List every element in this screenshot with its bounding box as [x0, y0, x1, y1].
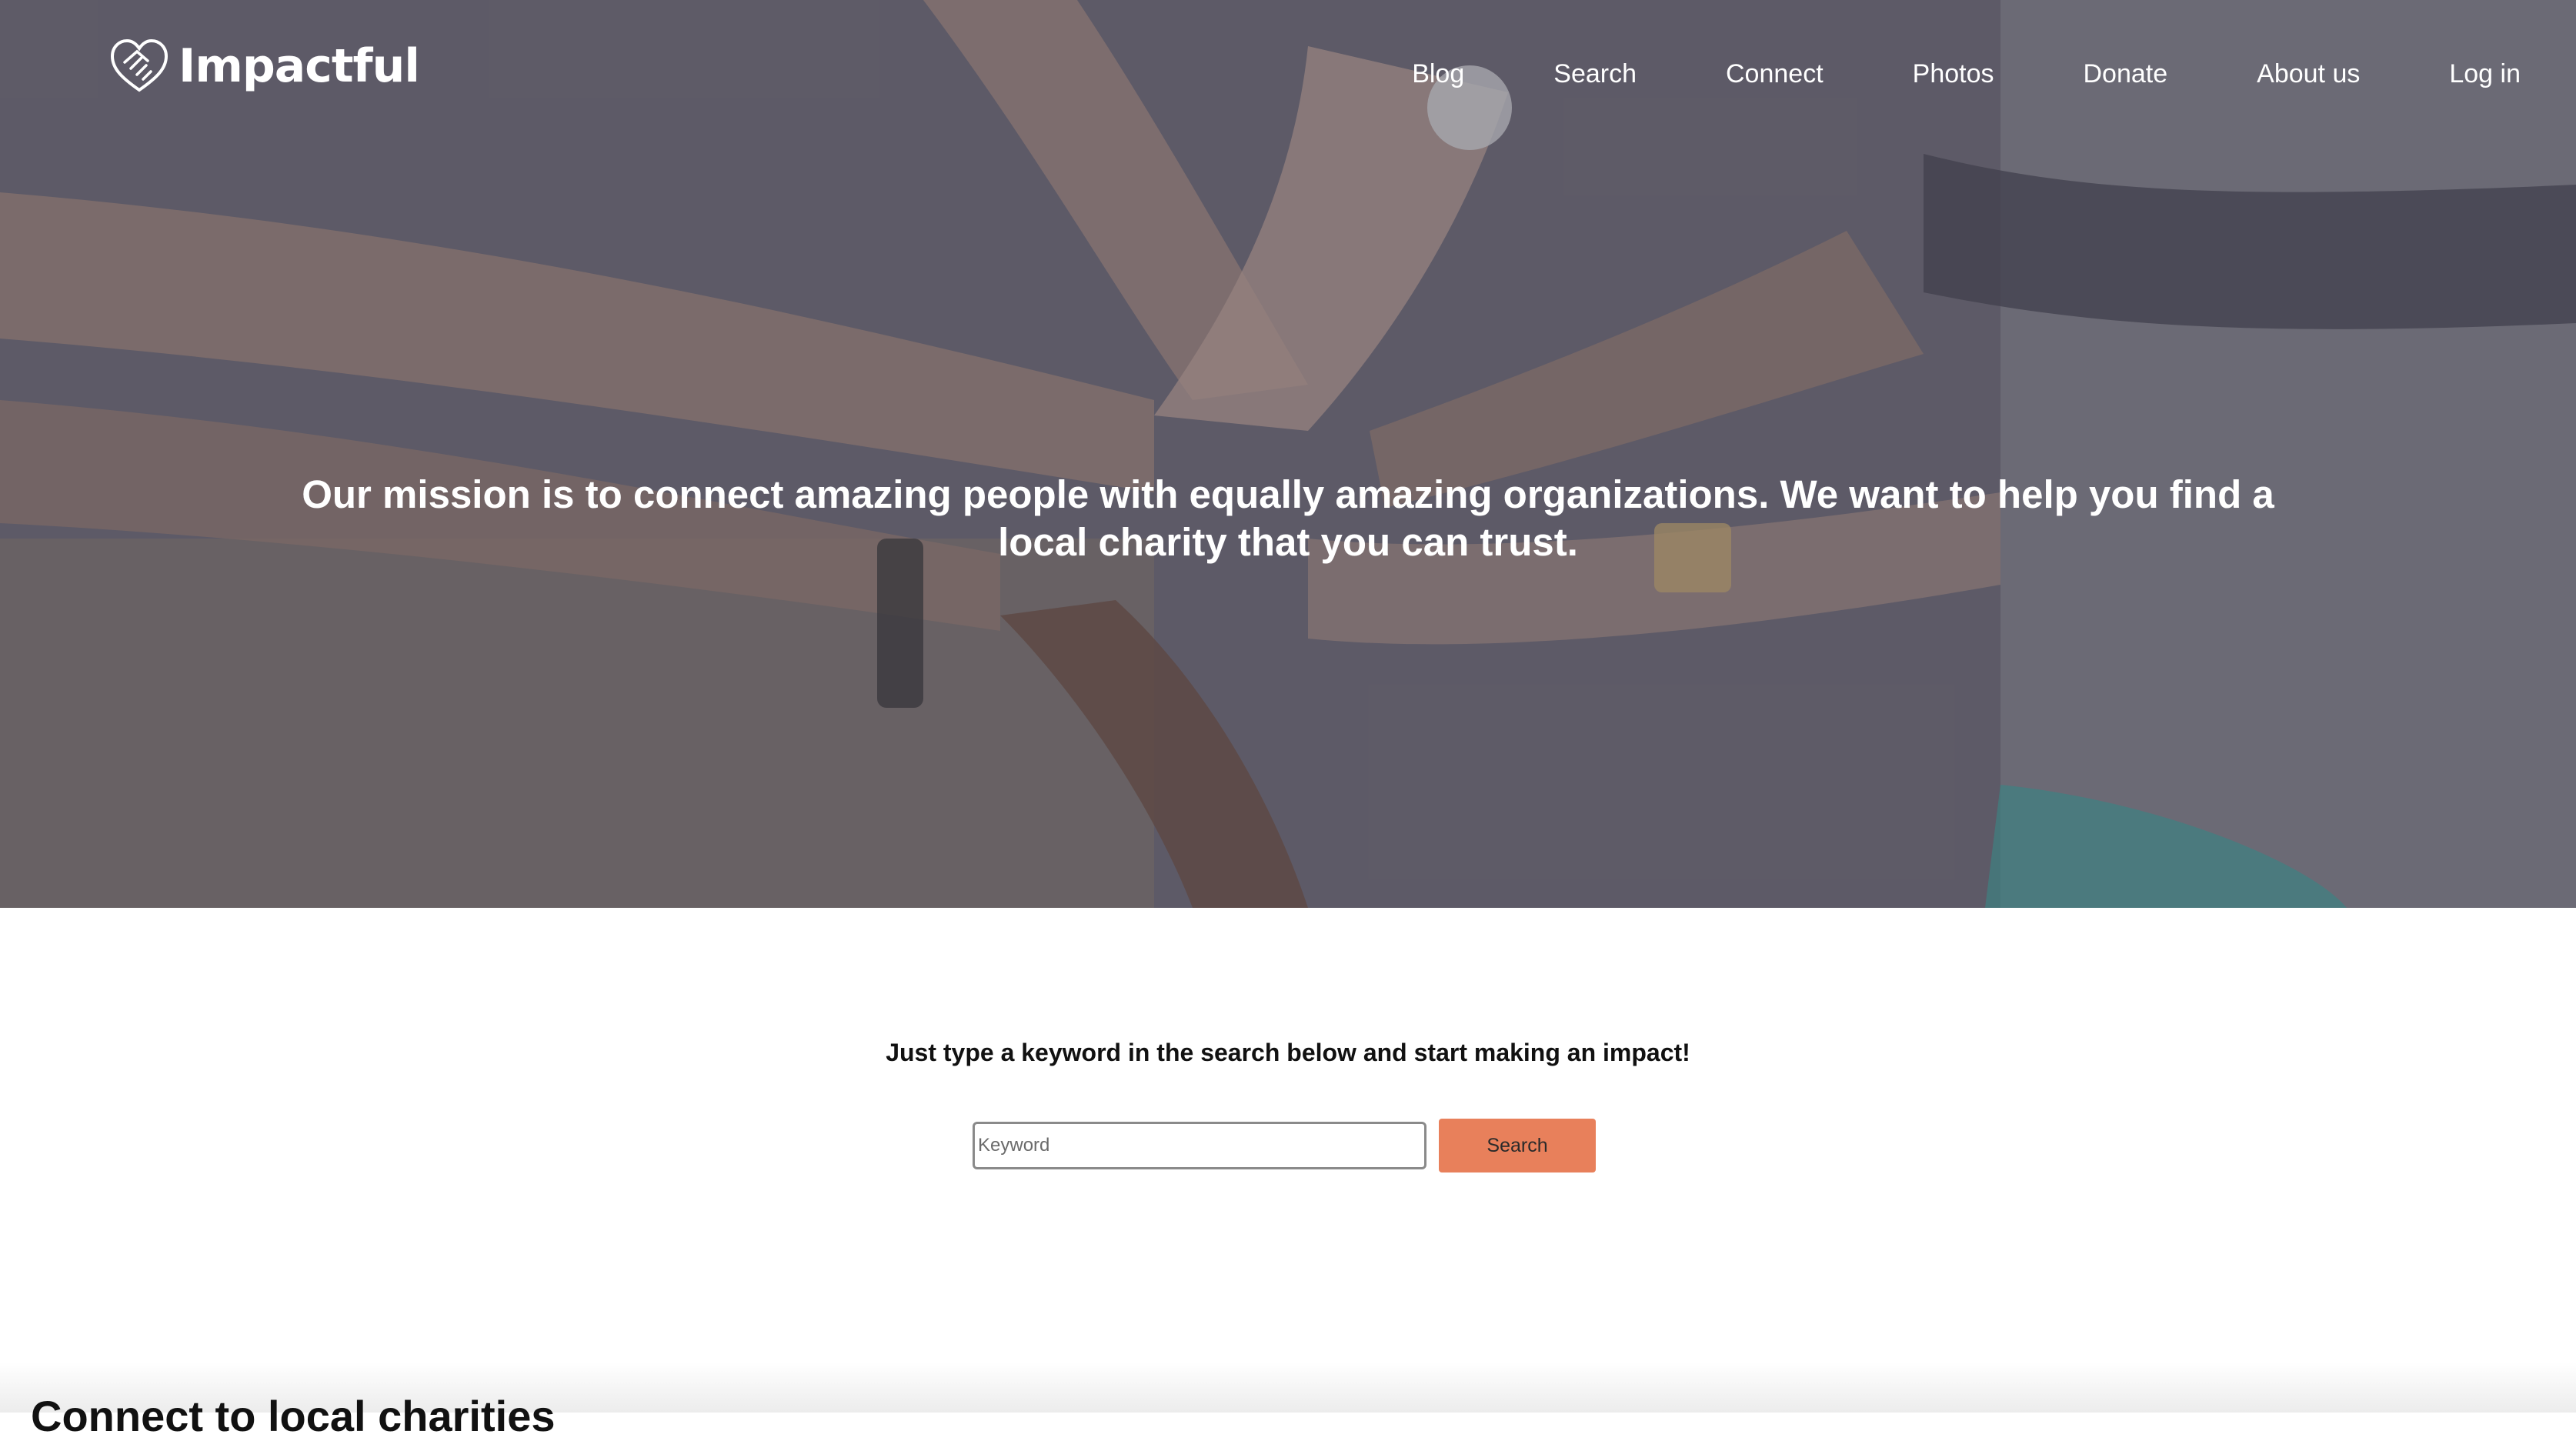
search-prompt: Just type a keyword in the search below …: [886, 1039, 1690, 1066]
section-title-connect: Connect to local charities: [31, 1392, 556, 1440]
brand-name: Impactful: [179, 39, 420, 93]
nav-link-blog[interactable]: Blog: [1412, 54, 1464, 94]
mission-statement: Our mission is to connect amazing people…: [302, 472, 2274, 564]
search-button[interactable]: Search: [1439, 1119, 1596, 1172]
search-form: Search: [973, 1119, 1596, 1172]
nav-link-connect[interactable]: Connect: [1726, 54, 1824, 94]
nav-link-photos[interactable]: Photos: [1913, 54, 1994, 94]
brand-logo[interactable]: Impactful: [108, 34, 420, 98]
search-section: Just type a keyword in the search below …: [0, 908, 2576, 1369]
nav-link-log-in[interactable]: Log in: [2449, 54, 2521, 94]
hero-banner: Impactful Blog Search Connect Photos Don…: [0, 0, 2576, 908]
nav-link-donate[interactable]: Donate: [2084, 54, 2168, 94]
main-nav: Blog Search Connect Photos Donate About …: [1323, 54, 2521, 94]
keyword-input[interactable]: [973, 1122, 1426, 1169]
nav-link-about-us[interactable]: About us: [2257, 54, 2360, 94]
nav-link-search[interactable]: Search: [1553, 54, 1637, 94]
hero-overlay: [0, 0, 2576, 908]
handshake-heart-icon: [110, 38, 169, 92]
